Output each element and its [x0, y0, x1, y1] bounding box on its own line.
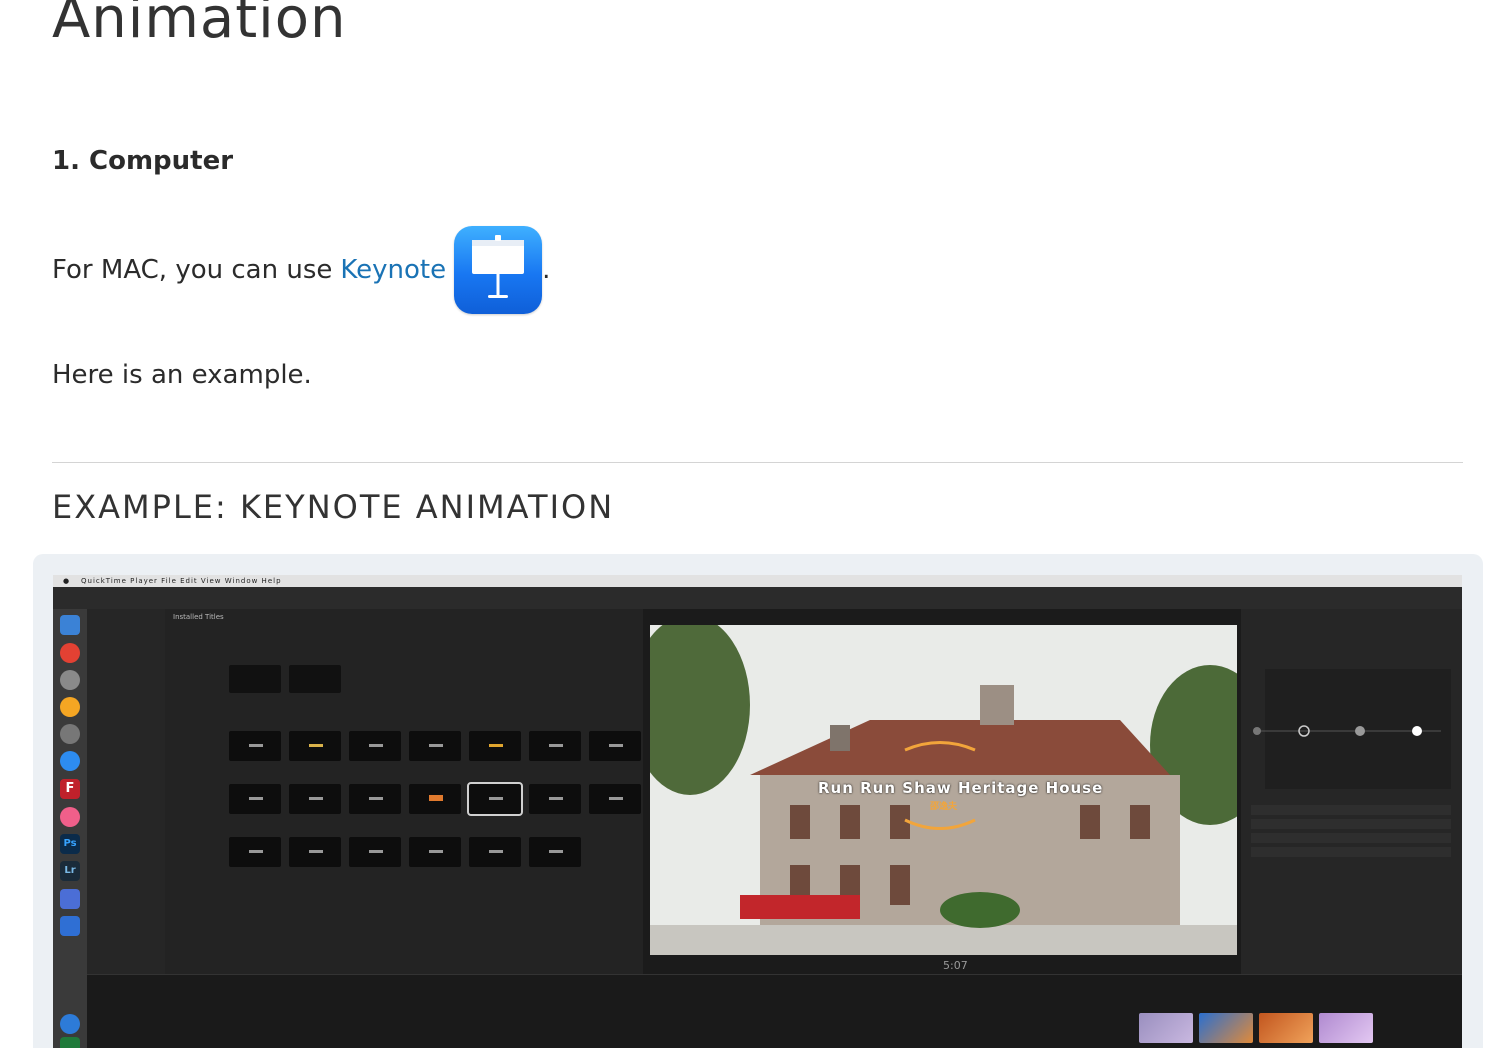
photos-icon	[60, 697, 80, 717]
itunes-icon	[60, 807, 80, 827]
photoshop-icon: Ps	[60, 834, 80, 854]
title-thumb[interactable]	[289, 837, 341, 867]
menubar-menu-list: File Edit View Window Help	[161, 577, 282, 585]
title-thumb[interactable]	[469, 731, 521, 761]
title-thumb[interactable]	[589, 731, 641, 761]
transition-thumb[interactable]	[1139, 1013, 1193, 1043]
filezilla-icon: F	[60, 779, 80, 799]
example-paragraph: Here is an example.	[52, 360, 312, 390]
color-inspector	[1241, 609, 1462, 974]
title-thumb[interactable]	[409, 837, 461, 867]
chrome-icon	[60, 643, 80, 663]
browser-row	[87, 642, 165, 653]
dock: F Ps Lr	[53, 609, 87, 1048]
app-toolbar	[53, 587, 1462, 610]
overlay-subtitle: 邵逸夫	[930, 802, 958, 812]
apple-icon: ●	[63, 577, 70, 585]
timeline[interactable]	[87, 974, 1462, 1048]
mac-paragraph: For MAC, you can use Keynote .	[52, 226, 550, 314]
title-thumb[interactable]	[229, 784, 281, 814]
excel-icon	[60, 1037, 80, 1048]
overlay-title: Run Run Shaw Heritage House	[818, 779, 1104, 797]
title-thumb[interactable]	[289, 665, 341, 693]
mac-menubar: ● QuickTime Player File Edit View Window…	[53, 575, 1462, 587]
keynote-link[interactable]: Keynote	[340, 255, 446, 285]
page-title: Animation	[52, 0, 347, 51]
transition-thumb[interactable]	[1259, 1013, 1313, 1043]
word-icon	[60, 916, 80, 936]
video-viewer[interactable]: Run Run Shaw Heritage House 邵逸夫 5:07	[643, 609, 1241, 974]
titles-panel: Installed Titles	[165, 609, 643, 974]
event-browser	[87, 609, 165, 974]
menubar-app-name: QuickTime Player	[81, 577, 158, 585]
finder-icon	[60, 615, 80, 635]
browser-row	[87, 652, 165, 663]
title-thumb-selected[interactable]	[467, 782, 523, 816]
lightroom-icon: Lr	[60, 861, 80, 881]
menubar-menus: QuickTime Player File Edit View Window H…	[81, 575, 282, 587]
color-wheel-controls	[1251, 669, 1451, 857]
title-thumb[interactable]	[469, 837, 521, 867]
launchpad-icon	[60, 670, 80, 690]
settings-icon	[60, 724, 80, 744]
title-thumb[interactable]	[409, 731, 461, 761]
title-thumb[interactable]	[229, 665, 281, 693]
title-thumb[interactable]	[349, 731, 401, 761]
section-heading: 1. Computer	[52, 146, 234, 176]
mac-text: For MAC, you can use	[52, 255, 333, 285]
transition-thumb[interactable]	[1319, 1013, 1373, 1043]
title-thumb[interactable]	[349, 837, 401, 867]
example-heading: EXAMPLE: KEYNOTE ANIMATION	[52, 488, 615, 526]
title-thumb[interactable]	[289, 731, 341, 761]
title-thumb[interactable]	[229, 731, 281, 761]
transition-thumb[interactable]	[1199, 1013, 1253, 1043]
appstore-icon	[60, 751, 80, 771]
example-screenshot[interactable]: ● QuickTime Player File Edit View Window…	[53, 575, 1462, 1048]
title-thumb[interactable]	[529, 837, 581, 867]
browser-row	[87, 631, 165, 642]
title-thumb[interactable]	[529, 784, 581, 814]
title-thumb[interactable]	[229, 837, 281, 867]
title-thumb[interactable]	[409, 784, 461, 814]
video-frame: Run Run Shaw Heritage House 邵逸夫	[650, 625, 1237, 955]
calendar-icon	[60, 889, 80, 909]
title-thumb[interactable]	[289, 784, 341, 814]
quicktime-icon	[60, 1014, 80, 1034]
timecode: 5:07	[943, 959, 968, 972]
title-thumb[interactable]	[529, 731, 581, 761]
keynote-icon	[454, 226, 543, 314]
divider	[52, 462, 1463, 463]
title-thumb[interactable]	[349, 784, 401, 814]
title-thumb[interactable]	[589, 784, 641, 814]
titles-header: Installed Titles	[173, 613, 224, 621]
period-text: .	[542, 255, 551, 285]
